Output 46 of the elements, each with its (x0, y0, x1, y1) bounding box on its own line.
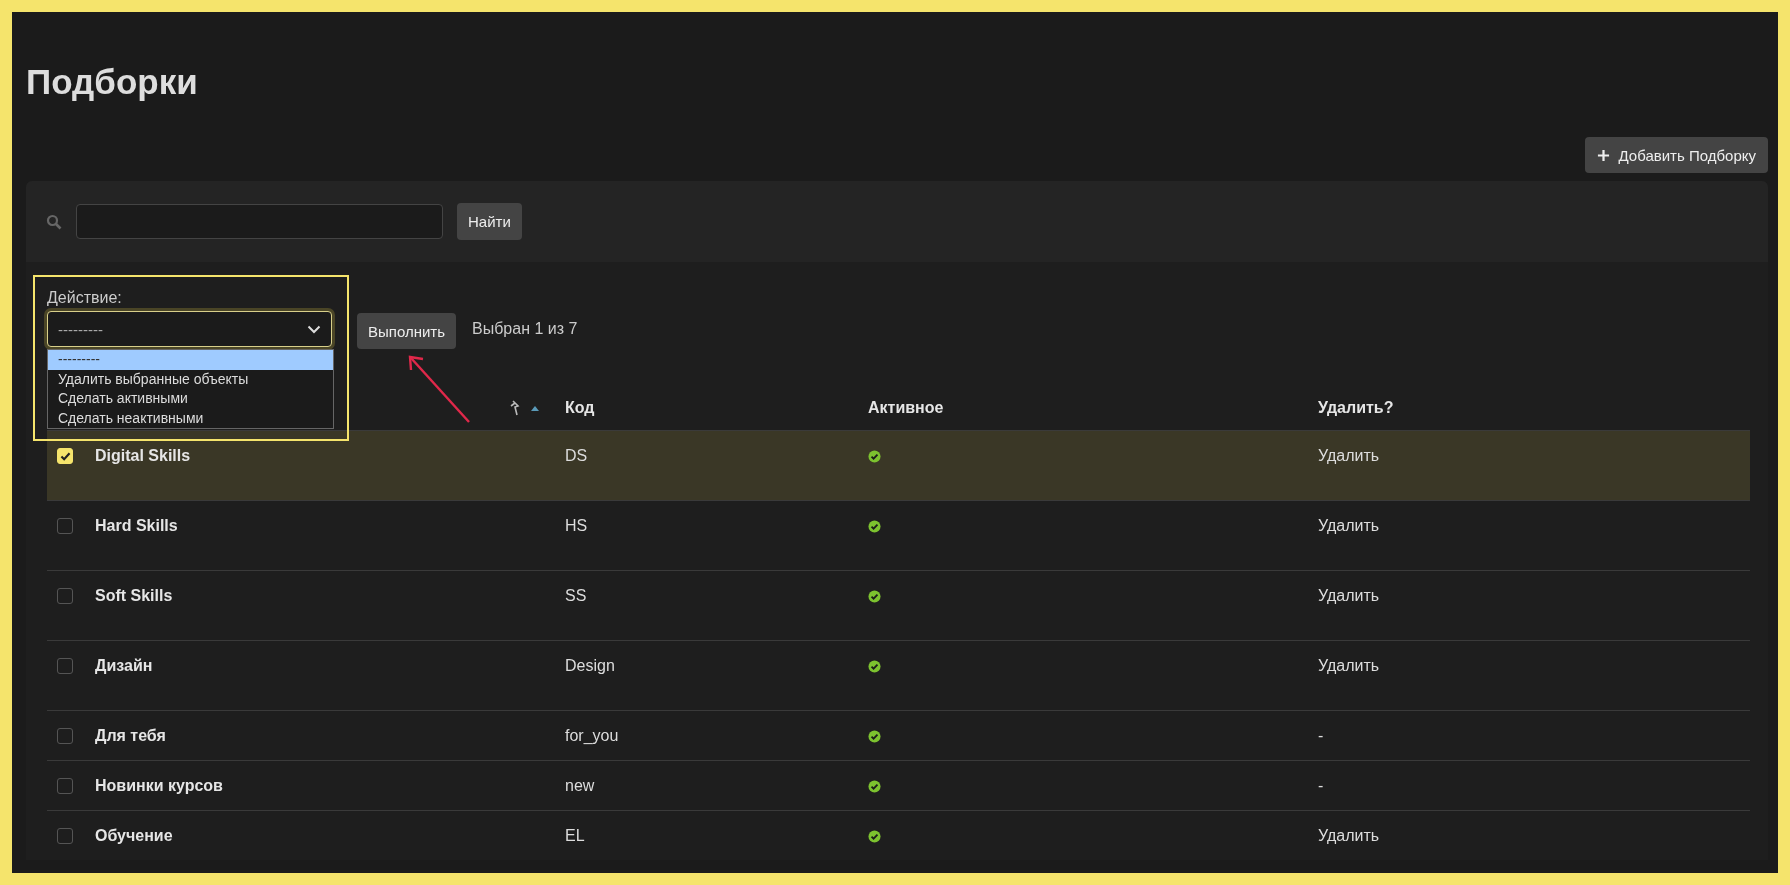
delete-link[interactable]: Удалить (1318, 657, 1380, 674)
plus-icon (1597, 148, 1611, 162)
row-checkbox[interactable] (57, 778, 73, 794)
delete-link[interactable]: Удалить (1318, 447, 1380, 464)
delete-link[interactable]: Удалить (1318, 517, 1380, 534)
action-label: Действие: (47, 288, 123, 308)
row-checkbox[interactable] (57, 658, 73, 674)
code-cell: for_you (565, 727, 619, 744)
column-header[interactable]: Удалить? (1318, 398, 1394, 416)
code-cell: EL (565, 827, 585, 844)
collection-name-link[interactable]: Новинки курсов (95, 777, 223, 795)
action-select[interactable]: --------- (47, 311, 332, 347)
dropdown-option[interactable]: Удалить выбранные объекты (48, 369, 333, 389)
dropdown-option[interactable]: --------- (48, 350, 333, 370)
search-button[interactable]: Найти (457, 203, 522, 240)
row-checkbox[interactable] (57, 728, 73, 744)
delete-link[interactable]: - (1318, 727, 1324, 744)
collection-name-link[interactable]: Для тебя (95, 727, 166, 745)
code-cell: new (565, 777, 595, 794)
add-collection-button[interactable]: Добавить Подборку (1585, 137, 1768, 173)
delete-link[interactable]: Удалить (1318, 827, 1380, 844)
row-checkbox[interactable] (57, 828, 73, 844)
collection-name-link[interactable]: Soft Skills (95, 587, 173, 605)
chevron-icon (307, 324, 321, 334)
collection-name-link[interactable]: Digital Skills (95, 447, 191, 465)
code-cell: HS (565, 517, 588, 534)
sort-ascending-icon[interactable] (530, 404, 540, 411)
code-cell: Design (565, 657, 615, 674)
selection-count: Выбран 1 из 7 (472, 319, 578, 339)
column-header[interactable]: Код (565, 398, 595, 416)
dropdown-option[interactable]: Сделать активными (48, 389, 333, 409)
delete-link[interactable]: Удалить (1318, 587, 1380, 604)
code-cell: SS (565, 587, 587, 604)
run-button[interactable]: Выполнить (357, 313, 457, 349)
delete-link[interactable]: - (1318, 777, 1324, 794)
page-title: Подборки (26, 61, 199, 102)
collection-name-link[interactable]: Дизайн (95, 657, 153, 675)
column-header[interactable]: Активное (868, 398, 944, 416)
row-checkbox[interactable] (57, 588, 73, 604)
code-cell: DS (565, 447, 588, 464)
search-field[interactable] (76, 204, 443, 239)
collection-name-link[interactable]: Обучение (95, 827, 173, 845)
row-checkbox[interactable] (57, 518, 73, 534)
collection-name-link[interactable]: Hard Skills (95, 517, 178, 535)
search-icon (46, 213, 62, 230)
dropdown-option[interactable]: Сделать неактивными (48, 408, 333, 428)
